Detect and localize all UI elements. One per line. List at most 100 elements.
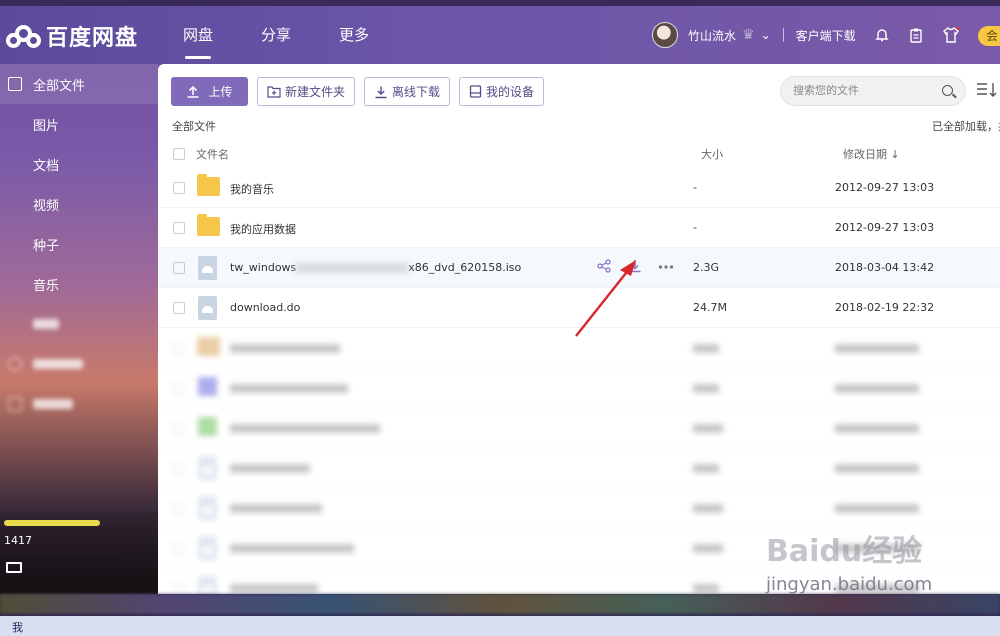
row-checkbox[interactable]	[173, 262, 185, 274]
file-icon	[197, 337, 220, 356]
file-name[interactable]: 我的应用数据	[230, 221, 296, 237]
shirt-icon[interactable]	[942, 27, 960, 43]
file-date: 2012-09-27 13:03	[835, 221, 935, 234]
sidebar-item-label: 图片	[33, 118, 60, 134]
my-devices-button[interactable]: 我的设备	[459, 77, 545, 106]
trash-icon	[8, 397, 22, 411]
file-size-blurred	[693, 384, 719, 393]
sidebar-item-blurred[interactable]	[0, 304, 158, 344]
file-name-blurred	[230, 544, 354, 553]
download-icon[interactable]	[627, 259, 643, 275]
table-row[interactable]	[158, 328, 1000, 368]
new-folder-icon	[267, 86, 281, 98]
upload-button[interactable]: 上传	[171, 77, 248, 106]
quota-text: 1417	[4, 534, 32, 547]
row-checkbox[interactable]	[173, 462, 185, 474]
file-size: 24.7M	[693, 301, 727, 314]
file-name-blurred	[230, 384, 348, 393]
toolbar: 上传 新建文件夹 离线下载 我的设备	[171, 77, 553, 106]
clipboard-icon[interactable]	[908, 27, 924, 43]
nav-netdisk[interactable]: 网盘	[183, 24, 213, 59]
nav-share[interactable]: 分享	[261, 24, 291, 45]
search-icon[interactable]	[942, 85, 953, 96]
vip-button[interactable]: 会	[978, 26, 1000, 46]
sidebar-item-blurred[interactable]	[0, 344, 158, 384]
search-input[interactable]: 搜索您的文件	[780, 76, 966, 106]
file-size-blurred	[693, 344, 719, 353]
logo-text: 百度网盘	[46, 26, 139, 51]
sidebar-item-all-files[interactable]: 全部文件	[0, 64, 158, 104]
sidebar-item-documents[interactable]: 文档	[0, 144, 158, 184]
sidebar-item-images[interactable]: 图片	[0, 104, 158, 144]
sidebar-item-label: 种子	[33, 238, 60, 254]
row-checkbox[interactable]	[173, 182, 185, 194]
blurred-text	[33, 359, 83, 369]
file-name[interactable]: 我的音乐	[230, 181, 274, 197]
vip-crown-icon: ♛	[742, 27, 755, 43]
main-nav: 网盘 分享 更多	[183, 24, 417, 59]
search-placeholder: 搜索您的文件	[793, 84, 859, 97]
loaded-status: 已全部加载，共	[932, 120, 1000, 133]
client-download-link[interactable]: 客户端下载	[796, 27, 856, 44]
blurred-text	[33, 319, 59, 329]
row-checkbox[interactable]	[173, 422, 185, 434]
table-row[interactable]: 我的应用数据 - 2012-09-27 13:03	[158, 208, 1000, 248]
app-logo[interactable]: 百度网盘	[6, 20, 138, 52]
sidebar-item-torrents[interactable]: 种子	[0, 224, 158, 264]
file-name[interactable]: download.do	[230, 301, 300, 314]
sidebar-item-label: 文档	[33, 158, 60, 174]
upload-icon	[187, 85, 199, 98]
bell-icon[interactable]	[874, 27, 890, 43]
breadcrumb[interactable]: 全部文件	[172, 118, 216, 134]
row-checkbox[interactable]	[173, 342, 185, 354]
new-folder-button[interactable]: 新建文件夹	[257, 77, 356, 106]
file-date-blurred	[835, 344, 919, 353]
column-date[interactable]: 修改日期 ↓	[843, 146, 900, 162]
dock-icons[interactable]	[0, 594, 1000, 614]
row-checkbox[interactable]	[173, 582, 185, 594]
row-checkbox[interactable]	[173, 302, 185, 314]
file-name-blurred	[230, 504, 322, 513]
row-checkbox[interactable]	[173, 502, 185, 514]
sidebar-item-music[interactable]: 音乐	[0, 264, 158, 304]
table-row[interactable]	[158, 408, 1000, 448]
quota-progress-bar	[4, 520, 100, 526]
file-name-blurred	[230, 584, 318, 593]
files-icon	[8, 77, 22, 91]
user-name[interactable]: 竹山流水	[688, 27, 736, 44]
computer-icon[interactable]	[6, 562, 22, 573]
file-size-blurred	[693, 504, 723, 513]
file-name[interactable]: tw_windows x86_dvd_620158.iso	[230, 261, 521, 274]
table-row[interactable]	[158, 448, 1000, 488]
chevron-down-icon[interactable]: ⌄	[761, 28, 771, 42]
file-date: 2018-02-19 22:32	[835, 301, 935, 314]
more-icon[interactable]	[658, 259, 674, 275]
folder-icon	[197, 214, 220, 236]
table-row[interactable]: 我的音乐 - 2012-09-27 13:03	[158, 168, 1000, 208]
taskbar-label[interactable]: 我	[12, 619, 23, 635]
file-name-suffix: x86_dvd_620158.iso	[408, 261, 522, 274]
file-size-blurred	[693, 584, 719, 593]
sidebar-item-videos[interactable]: 视频	[0, 184, 158, 224]
row-checkbox[interactable]	[173, 382, 185, 394]
table-row[interactable]	[158, 368, 1000, 408]
column-size[interactable]: 大小	[701, 146, 723, 162]
select-all-checkbox[interactable]	[173, 148, 185, 160]
column-name[interactable]: 文件名	[196, 146, 229, 162]
table-row[interactable]	[158, 488, 1000, 528]
file-size: -	[693, 221, 697, 234]
share-icon[interactable]	[596, 259, 612, 275]
table-row[interactable]: tw_windows x86_dvd_620158.iso 2.3G 2018-0…	[158, 248, 1000, 288]
sidebar-item-blurred[interactable]	[0, 384, 158, 424]
offline-download-button[interactable]: 离线下载	[364, 77, 451, 106]
row-checkbox[interactable]	[173, 542, 185, 554]
nav-more[interactable]: 更多	[339, 24, 369, 45]
new-folder-label: 新建文件夹	[285, 85, 346, 99]
table-row[interactable]: download.do 24.7M 2018-02-19 22:32	[158, 288, 1000, 328]
avatar[interactable]	[652, 22, 678, 48]
row-checkbox[interactable]	[173, 222, 185, 234]
file-name-blurred	[230, 344, 340, 353]
file-date-blurred	[835, 424, 919, 433]
sort-icon[interactable]	[976, 82, 998, 100]
file-icon	[198, 456, 217, 480]
